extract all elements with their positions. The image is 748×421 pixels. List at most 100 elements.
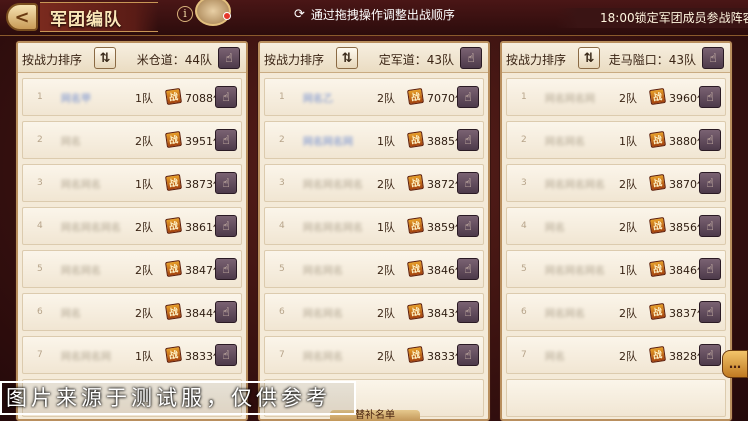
drag-hint: ⟳ 通过拖拽操作调整出战顺序 xyxy=(294,6,455,22)
drag-hand-button[interactable]: ☝ xyxy=(215,258,237,280)
member-row[interactable]: 4 网名 2队战 3856亿 ☝ xyxy=(506,207,726,245)
drag-hand-button[interactable]: ☝ xyxy=(215,172,237,194)
member-row[interactable]: 3 网名网名 1队战 3873亿 ☝ xyxy=(22,164,242,202)
rank-number: 1 xyxy=(521,92,527,102)
player-name-blurred: 网名网名网名 xyxy=(303,223,363,234)
member-row[interactable]: 6 网名网名 2队战 3843亿 ☝ xyxy=(264,293,484,331)
drag-hand-button[interactable]: ☝ xyxy=(699,86,721,108)
rank-number: 1 xyxy=(37,92,43,102)
member-row-partial xyxy=(506,379,726,417)
team-number: 1队 xyxy=(135,178,153,191)
drag-hand-button[interactable]: ☝ xyxy=(215,301,237,323)
rank-number: 5 xyxy=(37,264,43,274)
rank-number: 4 xyxy=(521,221,527,231)
drag-hand-button[interactable]: ☝ xyxy=(457,129,479,151)
member-row[interactable]: 2 网名网名网 1队战 3885亿 ☝ xyxy=(264,121,484,159)
player-name-blurred: 网名网名网名 xyxy=(61,223,121,234)
drag-hand-button[interactable]: ☝ xyxy=(457,172,479,194)
player-name-blurred: 网名甲 xyxy=(61,94,91,105)
member-row[interactable]: 1 网名网名网 2队战 3960亿 ☝ xyxy=(506,78,726,116)
member-row[interactable]: 7 网名 2队战 3828亿 ☝ xyxy=(506,336,726,374)
rank-number: 3 xyxy=(521,178,527,188)
drag-hand-button[interactable]: ☝ xyxy=(218,47,240,69)
member-row[interactable]: 6 网名 2队战 3844亿 ☝ xyxy=(22,293,242,331)
player-name-blurred: 网名 xyxy=(61,137,81,148)
member-row[interactable]: 4 网名网名网名 2队战 3861亿 ☝ xyxy=(22,207,242,245)
drag-hand-button[interactable]: ☝ xyxy=(460,47,482,69)
drag-hand-button[interactable]: ☝ xyxy=(215,129,237,151)
panel-header: 按战力排序 ⇅ 定军道：43队 ☝ xyxy=(260,43,488,73)
drag-hand-button[interactable]: ☝ xyxy=(702,47,724,69)
drag-hand-button[interactable]: ☝ xyxy=(699,301,721,323)
power-badge-icon: 战 xyxy=(165,346,182,363)
drag-hand-button[interactable]: ☝ xyxy=(699,258,721,280)
rank-number: 5 xyxy=(279,264,285,274)
panel-header: 按战力排序 ⇅ 走马隘口：43队 ☝ xyxy=(502,43,730,73)
drag-hand-button[interactable]: ☝ xyxy=(699,129,721,151)
formation-panel: 按战力排序 ⇅ 走马隘口：43队 ☝ 1 网名网名网 2队战 3960亿 ☝ 2 网名网名 1队战 38… xyxy=(500,41,732,421)
drag-hand-button[interactable]: ☝ xyxy=(457,86,479,108)
drag-hand-button[interactable]: ☝ xyxy=(699,172,721,194)
drag-hand-button[interactable]: ☝ xyxy=(699,215,721,237)
avatar[interactable] xyxy=(195,0,231,26)
member-row[interactable]: 2 网名 2队战 3951亿 ☝ xyxy=(22,121,242,159)
member-row[interactable]: 7 网名网名网 1队战 3833亿 ☝ xyxy=(22,336,242,374)
power-badge-icon: 战 xyxy=(407,303,424,320)
info-icon[interactable]: i xyxy=(177,6,193,22)
player-name-blurred: 网名乙 xyxy=(303,94,333,105)
sort-by-power-label: 按战力排序 xyxy=(506,53,567,67)
member-row[interactable]: 5 网名网名网名 1队战 3846亿 ☝ xyxy=(506,250,726,288)
member-row[interactable]: 5 网名网名 2队战 3847亿 ☝ xyxy=(22,250,242,288)
sort-toggle-button[interactable]: ⇅ xyxy=(336,47,358,69)
drag-hand-button[interactable]: ☝ xyxy=(457,258,479,280)
route-team-count: 走马隘口：43队 xyxy=(608,53,696,67)
member-list: 1 网名乙 2队战 7070亿 ☝ 2 网名网名网 1队战 3885亿 ☝ 3 网名网名网名 2队战 38… xyxy=(260,78,488,419)
member-row[interactable]: 1 网名乙 2队战 7070亿 ☝ xyxy=(264,78,484,116)
team-number: 2队 xyxy=(619,178,637,191)
player-name-blurred: 网名网名 xyxy=(545,137,585,148)
drag-hand-button[interactable]: ☝ xyxy=(457,344,479,366)
member-row[interactable]: 4 网名网名网名 1队战 3859亿 ☝ xyxy=(264,207,484,245)
power-badge-icon: 战 xyxy=(407,346,424,363)
player-name-blurred: 网名 xyxy=(545,223,565,234)
drag-hand-button[interactable]: ☝ xyxy=(215,344,237,366)
member-row[interactable]: 5 网名网名 2队战 3846亿 ☝ xyxy=(264,250,484,288)
member-row[interactable]: 6 网名网名 2队战 3837亿 ☝ xyxy=(506,293,726,331)
power-badge-icon: 战 xyxy=(407,131,424,148)
power-badge-icon: 战 xyxy=(649,303,666,320)
sort-by-power-label: 按战力排序 xyxy=(264,53,325,67)
rank-number: 7 xyxy=(279,350,285,360)
drag-hand-button[interactable]: ☝ xyxy=(699,344,721,366)
member-row[interactable]: 3 网名网名网名 2队战 3870亿 ☝ xyxy=(506,164,726,202)
member-row[interactable]: 2 网名网名 1队战 3880亿 ☝ xyxy=(506,121,726,159)
power-badge-icon: 战 xyxy=(165,303,182,320)
team-number: 1队 xyxy=(619,264,637,277)
member-row[interactable]: 3 网名网名网名 2队战 3872亿 ☝ xyxy=(264,164,484,202)
drag-hand-button[interactable]: ☝ xyxy=(457,215,479,237)
drag-hint-text: 通过拖拽操作调整出战顺序 xyxy=(310,7,455,22)
sort-toggle-button[interactable]: ⇅ xyxy=(94,47,116,69)
route-team-count: 定军道：43队 xyxy=(378,53,454,67)
member-row[interactable]: 1 网名甲 1队战 7088亿 ☝ xyxy=(22,78,242,116)
chat-icon[interactable]: … xyxy=(722,350,748,378)
player-name-blurred: 网名网名网名 xyxy=(545,266,605,277)
back-button[interactable]: < xyxy=(6,3,38,31)
drag-hand-button[interactable]: ☝ xyxy=(215,86,237,108)
team-number: 2队 xyxy=(135,221,153,234)
rank-number: 3 xyxy=(37,178,43,188)
team-number: 1队 xyxy=(135,92,153,105)
player-name-blurred: 网名 xyxy=(545,352,565,363)
power-badge-icon: 战 xyxy=(407,217,424,234)
rank-number: 3 xyxy=(279,178,285,188)
team-number: 2队 xyxy=(377,350,395,363)
sort-toggle-button[interactable]: ⇅ xyxy=(578,47,600,69)
player-name-blurred: 网名网名 xyxy=(303,309,343,320)
player-name-blurred: 网名网名 xyxy=(303,352,343,363)
drag-hand-button[interactable]: ☝ xyxy=(215,215,237,237)
team-number: 1队 xyxy=(619,135,637,148)
team-number: 2队 xyxy=(619,92,637,105)
member-row[interactable]: 7 网名网名 2队战 3833亿 ☝ xyxy=(264,336,484,374)
rank-number: 2 xyxy=(279,135,285,145)
drag-hand-button[interactable]: ☝ xyxy=(457,301,479,323)
power-badge-icon: 战 xyxy=(407,260,424,277)
